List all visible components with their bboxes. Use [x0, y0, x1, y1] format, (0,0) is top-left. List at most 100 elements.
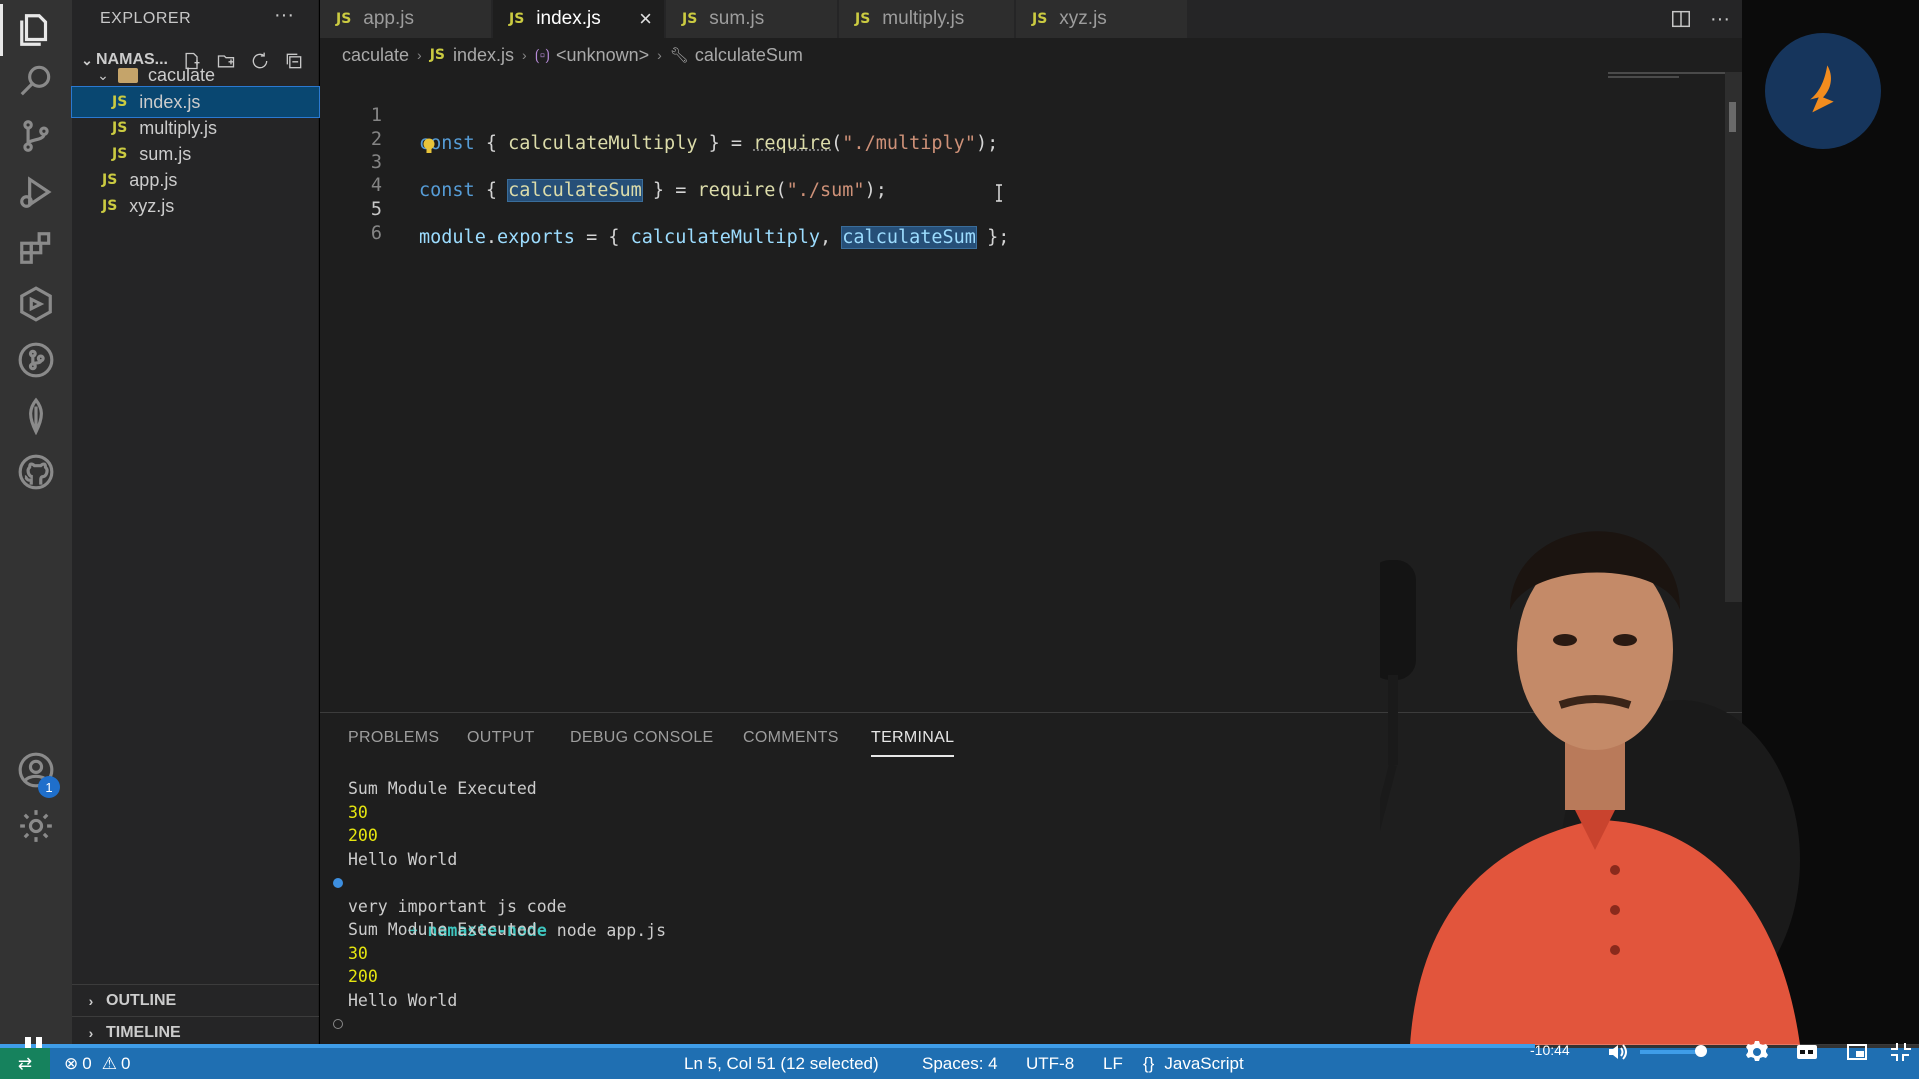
volume-knob[interactable] [1695, 1045, 1707, 1057]
tab-output[interactable]: OUTPUT [467, 729, 535, 747]
tab-debug-console[interactable]: DEBUG CONSOLE [570, 729, 714, 747]
language-mode[interactable]: {} JavaScript [1143, 1048, 1244, 1079]
outline-section[interactable]: › OUTLINE [72, 984, 319, 1016]
settings-gear-icon[interactable] [0, 796, 72, 856]
chevron-right-icon: › [88, 1024, 94, 1041]
chevron-right-icon: › [657, 47, 662, 63]
volume-icon[interactable] [1606, 1040, 1632, 1064]
punct: , [820, 227, 843, 248]
error-icon: ⊗ [64, 1053, 79, 1073]
terminal-line: Sum Module Executed [348, 920, 537, 939]
command-success-icon [333, 878, 343, 888]
terminal-command: node app.js [556, 921, 667, 940]
explorer-more-icon[interactable]: ··· [274, 4, 294, 27]
presenter-image [1380, 531, 1800, 1045]
folder-caculate[interactable]: ⌄ caculate [72, 60, 319, 90]
minimap[interactable] [1608, 72, 1726, 82]
line-number: 6 [370, 223, 382, 244]
tab-label: sum.js [709, 8, 765, 29]
settings-gear-icon[interactable] [1745, 1040, 1771, 1064]
lightbulb-icon[interactable] [422, 138, 436, 156]
tab-label: multiply.js [882, 8, 965, 29]
timeline-label: TIMELINE [106, 1023, 181, 1041]
terminal-line: Hello World [348, 991, 458, 1010]
file-xyz-js[interactable]: JS xyz.js [72, 191, 319, 221]
punct: }; [975, 227, 1010, 248]
extensions-icon[interactable] [0, 218, 72, 278]
js-file-icon: JS [112, 94, 128, 110]
terminal-line: Hello World [348, 850, 458, 869]
presenter-webcam [1380, 470, 1810, 1045]
tab-index-js[interactable]: JS index.js × [493, 0, 665, 38]
breadcrumb-symbol[interactable]: calculateSum [695, 45, 803, 66]
terminal-prompt-line: ➜ namaste-node node app.js [333, 871, 666, 940]
command-pending-icon [333, 1019, 343, 1029]
file-label: multiply.js [139, 117, 217, 138]
explorer-sidebar: EXPLORER ··· ⌄ NAMAS... ⌄ caculate JS in… [71, 0, 320, 1045]
miniplayer-icon[interactable] [1845, 1040, 1871, 1064]
chevron-right-icon: › [522, 47, 527, 63]
folder-label: caculate [148, 64, 216, 85]
text-cursor-icon [996, 184, 1002, 202]
eol-status[interactable]: LF [1103, 1048, 1123, 1079]
language-label: JavaScript [1164, 1053, 1244, 1073]
js-file-icon: JS [429, 47, 446, 63]
captions-icon[interactable] [1795, 1040, 1821, 1064]
tab-problems[interactable]: PROBLEMS [348, 729, 439, 747]
video-player-controls: -10:44 [1530, 1036, 1919, 1068]
mongodb-icon[interactable] [0, 386, 72, 446]
outline-label: OUTLINE [106, 991, 177, 1009]
exit-fullscreen-icon[interactable] [1888, 1040, 1914, 1064]
braces-icon: {} [1143, 1053, 1155, 1073]
file-label: index.js [139, 91, 201, 112]
breadcrumb-folder[interactable]: caculate [342, 45, 409, 66]
chevron-right-icon: › [88, 992, 94, 1009]
git-graph-icon[interactable] [0, 330, 72, 390]
code-line-6: 6 [320, 192, 1620, 244]
encoding-status[interactable]: UTF-8 [1026, 1048, 1074, 1079]
cursor-position[interactable]: Ln 5, Col 51 (12 selected) [684, 1048, 879, 1079]
account-icon[interactable]: 1 [0, 740, 72, 800]
variable-symbol-icon: ⟮▫⟯ [534, 46, 551, 64]
run-debug-icon[interactable] [0, 162, 72, 222]
file-label: sum.js [139, 143, 192, 164]
terminal-prompt-line: ➜namaste-node [333, 1012, 567, 1079]
terminal-line: 30 [348, 944, 368, 963]
source-control-icon[interactable] [0, 106, 72, 166]
js-file-icon: JS [855, 11, 871, 27]
terminal-line: 200 [348, 967, 378, 986]
tab-sum-js[interactable]: JS sum.js [666, 0, 838, 38]
tab-terminal[interactable]: TERMINAL [871, 729, 955, 757]
github-icon[interactable] [0, 442, 72, 502]
remote-indicator-icon[interactable]: ⇄ [0, 1048, 50, 1079]
breadcrumb-file[interactable]: index.js [453, 45, 514, 66]
folder-icon [118, 67, 138, 83]
breadcrumb-scope[interactable]: <unknown> [556, 45, 649, 66]
error-count: 0 [82, 1053, 92, 1073]
tab-comments[interactable]: COMMENTS [743, 729, 839, 747]
punct: . [485, 227, 497, 248]
time-remaining: -10:44 [1530, 1042, 1570, 1058]
tab-xyz-js[interactable]: JS xyz.js [1016, 0, 1188, 38]
problems-status[interactable]: ⊗ 0 ⚠ 0 [64, 1048, 130, 1079]
terminal-line: very important js code [348, 897, 567, 916]
logo-icon [1810, 65, 1834, 113]
close-icon[interactable]: × [639, 6, 652, 32]
js-file-icon: JS [682, 11, 698, 27]
identifier: module [419, 227, 486, 248]
editor-more-icon[interactable]: ··· [1710, 8, 1730, 31]
file-label: xyz.js [129, 195, 175, 216]
search-icon[interactable] [0, 50, 72, 110]
js-file-icon: JS [112, 146, 128, 162]
split-editor-icon[interactable] [1670, 8, 1692, 30]
js-file-icon: JS [102, 172, 118, 188]
tab-multiply-js[interactable]: JS multiply.js [839, 0, 1015, 38]
scrollbar-thumb[interactable] [1729, 102, 1736, 132]
chevron-down-icon: ⌄ [97, 66, 109, 83]
volume-slider[interactable] [1640, 1050, 1700, 1054]
indentation-status[interactable]: Spaces: 4 [922, 1048, 998, 1079]
explorer-title: EXPLORER [100, 10, 192, 27]
js-file-icon: JS [102, 198, 118, 214]
remote-explorer-icon[interactable] [0, 274, 72, 334]
tab-app-js[interactable]: JS app.js [320, 0, 492, 38]
